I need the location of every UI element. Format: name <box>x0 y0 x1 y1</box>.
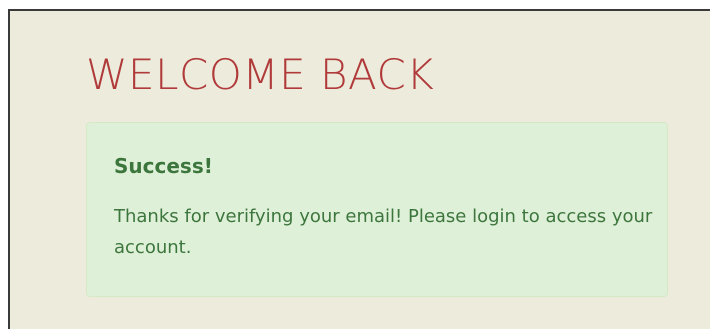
page-title: WELCOME BACK <box>86 50 435 99</box>
alert-heading: Success! <box>114 154 213 178</box>
alert-message: Thanks for verifying your email! Please … <box>114 206 653 258</box>
content-panel: WELCOME BACK Success! Thanks for verifyi… <box>8 9 710 329</box>
success-alert: Success! Thanks for verifying your email… <box>86 122 668 297</box>
